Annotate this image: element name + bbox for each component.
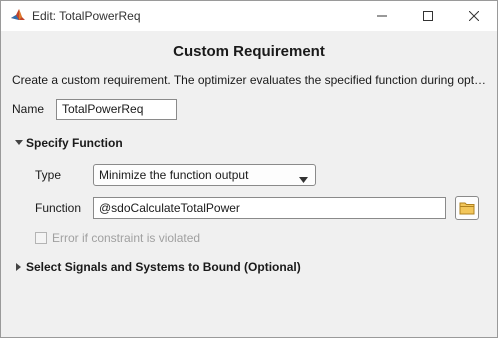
section-header-label: Select Signals and Systems to Bound (Opt… [26,260,301,274]
specify-function-section-toggle[interactable]: Specify Function [14,136,123,150]
title-bar[interactable]: Edit: TotalPowerReq [1,1,497,31]
close-button[interactable] [451,1,497,31]
close-icon [469,11,479,21]
error-checkbox[interactable] [35,232,47,244]
edit-requirement-window: Edit: TotalPowerReq Custom Requirement C… [0,0,498,338]
function-input[interactable]: @sdoCalculateTotalPower [93,197,446,219]
maximize-icon [423,11,433,21]
name-label: Name [12,102,45,116]
function-label: Function [35,201,82,215]
type-selected-value: Minimize the function output [99,168,249,182]
chevron-right-icon [14,262,24,272]
description-text: Create a custom requirement. The optimiz… [12,73,487,87]
folder-icon [459,202,475,215]
chevron-down-icon [14,138,24,148]
name-input[interactable]: TotalPowerReq [56,99,177,120]
minimize-button[interactable] [359,1,405,31]
section-header-label: Specify Function [26,136,123,150]
type-dropdown[interactable]: Minimize the function output [93,164,316,186]
maximize-button[interactable] [405,1,451,31]
browse-function-button[interactable] [455,196,479,220]
error-checkbox-label: Error if constraint is violated [52,231,201,245]
matlab-icon [10,8,26,24]
window-title: Edit: TotalPowerReq [32,9,141,23]
error-checkbox-row: Error if constraint is violated [35,231,200,245]
minimize-icon [377,15,387,17]
select-signals-section-toggle[interactable]: Select Signals and Systems to Bound (Opt… [14,260,301,274]
dropdown-arrow-icon [299,172,308,186]
type-label: Type [35,168,62,182]
page-title: Custom Requirement [173,43,325,60]
